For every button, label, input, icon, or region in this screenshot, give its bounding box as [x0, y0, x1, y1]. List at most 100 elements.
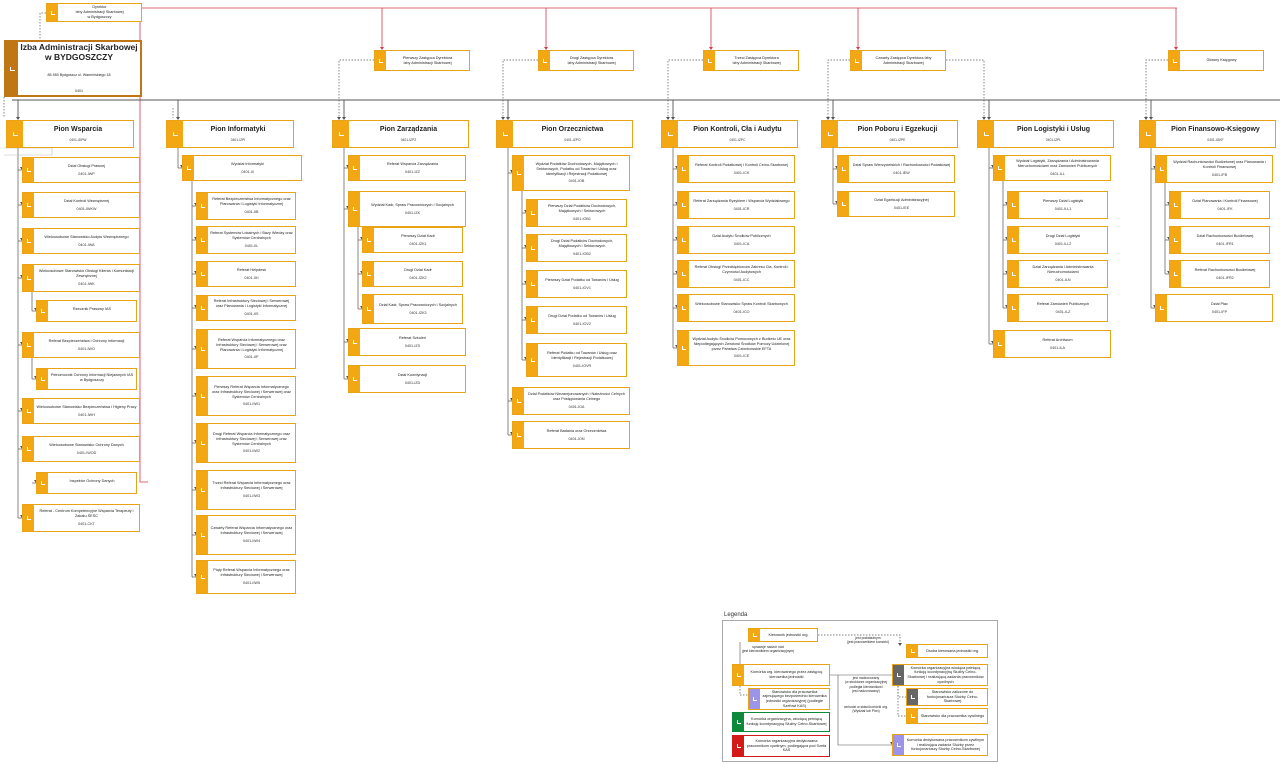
unit-3-4[interactable]: Drugi Dział Kadr 0401-IZK2: [362, 261, 463, 287]
unit-name: Pion Finansowo-Księgowy: [1171, 126, 1260, 134]
unit-7-1[interactable]: Wydział Logistyki, Zarządzania i Adminis…: [993, 155, 1111, 181]
unit-7-6[interactable]: Referat Archiwum 0401-ILA: [993, 330, 1111, 358]
unit-3-2[interactable]: Wydział Kadr, Spraw Pracowniczych i Socj…: [348, 191, 466, 227]
deputy-box-3[interactable]: Trzeci Zastępca Dyrektora Izby Administr…: [703, 50, 799, 71]
unit-code: 0401-IWH: [78, 412, 95, 417]
unit-4-3[interactable]: Drugi Dział Podatków Dochodowych, Majątk…: [526, 234, 627, 262]
unit-4-1[interactable]: Wydział Podatków Dochodowych, Majątkowyc…: [512, 155, 630, 191]
unit-icon: [349, 192, 360, 226]
deputy-box-2[interactable]: Drugi Zastępca Dyrektora Izby Administra…: [538, 50, 634, 71]
unit-name: Drugi Dział Logistyki: [1045, 233, 1081, 238]
unit-7-5[interactable]: Referat Zamówień Publicznych 0401-ILZ: [1007, 294, 1108, 322]
unit-code: 0401-IFR1: [1216, 241, 1234, 246]
unit-8-5[interactable]: Dział Płac 0401-IFP: [1155, 294, 1273, 322]
unit-code: 0401-IZPZ: [400, 137, 417, 142]
unit-2-8[interactable]: Drugi Referat Wsparcia Informatycznego o…: [196, 423, 296, 463]
unit-name: Czwarty Referat Wsparcia Informatycznego…: [210, 526, 293, 536]
unit-2-6[interactable]: Referat Wsparcia Informatycznego oraz In…: [196, 329, 296, 369]
unit-icon: [1156, 295, 1167, 321]
deputy-box-1[interactable]: Pierwszy Zastępca Dyrektora Izby Adminis…: [374, 50, 470, 71]
unit-4-2[interactable]: Pierwszy Dział Podatków Dochodowych, Maj…: [526, 199, 627, 227]
pion-4[interactable]: Pion Orzecznictwa 0401-IZPO: [496, 120, 633, 148]
pion-1[interactable]: Pion Wsparcia 0401-IDPW: [6, 120, 134, 148]
unit-5-1[interactable]: Referat Kontroli Podatkowej i Kontroli C…: [677, 155, 795, 183]
unit-icon: [678, 331, 689, 365]
unit-1-5[interactable]: Rzecznik Prasowy IAS: [36, 300, 137, 322]
unit-icon: [197, 561, 208, 593]
pion-7[interactable]: Pion Logistyki i Usług 0401-IZPL: [977, 120, 1114, 148]
unit-3-7[interactable]: Dział Koordynacji 0401-IZD: [348, 365, 466, 393]
unit-8-4[interactable]: Referat Rachunkowości Budżetowej 0401-IFR…: [1169, 260, 1270, 288]
unit-code: 0401-IOB1: [573, 216, 591, 221]
unit-6-1[interactable]: Dział Spraw Wierzycielskich i Rachunkowo…: [837, 155, 955, 183]
unit-name: Pion Orzecznictwa: [541, 126, 604, 134]
unit-6-2[interactable]: Dział Egzekucji Administracyjnej 0401-IEE: [837, 191, 955, 217]
unit-4-5[interactable]: Drugi Dział Podatku od Towarów i Usług 04…: [526, 306, 627, 334]
unit-4-8[interactable]: Referat Badania oraz Orzecznictwa 0401-IO…: [512, 421, 630, 449]
unit-1-2[interactable]: Dział Kontroli Wewnętrznej 0401-IWKW: [22, 192, 140, 218]
unit-1-11[interactable]: Referat - Centrum Kompetencyjne Wsparcia…: [22, 504, 140, 532]
unit-1-8[interactable]: Wieloosobowe Stanowisko Bezpieczeństwa i…: [22, 398, 140, 424]
deputy-box-4[interactable]: Czwarty Zastępca Dyrektora Izby Administ…: [850, 50, 946, 71]
izba-box[interactable]: Izba Administracji Skarbowej w BYDGOSZCZ…: [4, 40, 142, 97]
unit-5-5[interactable]: Wieloosobowe Stanowisko Spraw Kontroli S…: [677, 294, 795, 322]
unit-icon: [1170, 227, 1181, 253]
unit-2-9[interactable]: Trzeci Referat Wsparcia Informatycznego …: [196, 470, 296, 510]
unit-1-10[interactable]: Inspektor Ochrony Danych: [36, 472, 137, 494]
pion-8[interactable]: Pion Finansowo-Księgowy 0401-IGKF: [1139, 120, 1276, 148]
unit-code: 0401-IZK: [404, 210, 421, 215]
unit-3-6[interactable]: Referat Szkoleń 0401-IZS: [348, 328, 466, 356]
unit-icon: [183, 156, 194, 180]
unit-4-4[interactable]: Pierwszy Dział Podatku od Towarów i Usłu…: [526, 270, 627, 298]
unit-code: 0401-IOV1: [573, 285, 591, 290]
box-text: Trzeci Zastępca Dyrektora Izby Administr…: [715, 51, 798, 70]
unit-3-5[interactable]: Dział Kadr, Spraw Pracowniczych i Socjal…: [362, 294, 463, 324]
box-text: Dział Egzekucji Administracyjnej 0401-IEE: [849, 192, 954, 216]
unit-1-3[interactable]: Wieloosobowe Stanowisko Audytu Wewnętrzn…: [22, 228, 140, 254]
unit-name: Referat Badania oraz Orzecznictwa: [546, 428, 607, 433]
box-text: Piąty Referat Wsparcia Informatycznego o…: [208, 561, 295, 593]
unit-icon: [23, 437, 34, 461]
pion-3[interactable]: Pion Zarządzania 0401-IZPZ: [332, 120, 469, 148]
unit-8-2[interactable]: Dział Planowania i Kontroli Finansowej 04…: [1169, 191, 1270, 219]
unit-name: Dział Kontroli Wewnętrznej: [63, 198, 110, 203]
unit-5-6[interactable]: Wydział Audytu Środków Pomocowych z Budż…: [677, 330, 795, 366]
unit-icon: [349, 366, 360, 392]
unit-1-6[interactable]: Referat Bezpieczeństwa i Ochrony Informa…: [22, 332, 140, 358]
unit-1-1[interactable]: Dział Obsługi Prawnej 0401-IWP: [22, 157, 140, 183]
unit-8-3[interactable]: Dział Rachunkowości Budżetowej 0401-IFR1: [1169, 226, 1270, 254]
pion-6[interactable]: Pion Poboru i Egzekucji 0401-IZPE: [821, 120, 958, 148]
director-box[interactable]: Dyrektor Izby Administracji Skarbowej w …: [46, 3, 142, 22]
unit-3-1[interactable]: Referat Wsparcia Zarządzania 0401-IZZ: [348, 155, 466, 181]
unit-1-9[interactable]: Wieloosobowe Stanowisko Ochrony Danych 04…: [22, 436, 140, 462]
connector: [827, 59, 850, 118]
unit-4-7[interactable]: Dział Podatków Niezarejonowanych i Należ…: [512, 387, 630, 415]
unit-icon: [23, 158, 34, 182]
unit-2-1[interactable]: Wydział Informatyki 0401-IIl: [182, 155, 302, 181]
unit-7-3[interactable]: Drugi Dział Logistyki 0401-ILL2: [1007, 226, 1108, 254]
pion-2[interactable]: Pion Informatyki 0401-IZPI: [166, 120, 294, 148]
unit-2-10[interactable]: Czwarty Referat Wsparcia Informatycznego…: [196, 515, 296, 555]
unit-name: Pierwszy Dział Logistyki: [1042, 198, 1084, 203]
unit-2-11[interactable]: Piąty Referat Wsparcia Informatycznego o…: [196, 560, 296, 594]
box-text: Dział Płac 0401-IFP: [1167, 295, 1272, 321]
unit-7-4[interactable]: Dział Zarządzania i Administrowania Nier…: [1007, 260, 1108, 288]
unit-code: 0401-IZD: [404, 380, 421, 385]
unit-2-3[interactable]: Referat Systemów Lokalnych i Bazy Wiedzy…: [196, 226, 296, 254]
pion-5[interactable]: Pion Kontroli, Cła i Audytu 0401-IZPC: [661, 120, 798, 148]
unit-icon: [678, 261, 689, 287]
deputy-box-5[interactable]: Główny Księgowy: [1168, 50, 1264, 71]
unit-3-3[interactable]: Pierwszy Dział Kadr 0401-IZK1: [362, 227, 463, 253]
unit-1-7[interactable]: Pełnomocnik Ochrony Informacji Niejawnyc…: [36, 368, 137, 390]
unit-2-4[interactable]: Referat Helpdesk 0401-IIH: [196, 261, 296, 287]
unit-1-4[interactable]: Wieloosobowe Stanowisko Obsługi Klienta …: [22, 264, 140, 292]
unit-5-4[interactable]: Referat Obsługi Przedsiębiorców Zakresu …: [677, 260, 795, 288]
unit-2-5[interactable]: Referat Infrastruktury Sieciowej i Serwe…: [196, 295, 296, 321]
unit-2-2[interactable]: Referat Bezpieczeństwa Informatycznego o…: [196, 192, 296, 220]
unit-5-2[interactable]: Referat Zarządzania Ryzykiem i Wsparcia …: [677, 191, 795, 219]
unit-8-1[interactable]: Wydział Rachunkowości Budżetowej oraz Pl…: [1155, 155, 1273, 183]
unit-2-7[interactable]: Pierwszy Referat Wsparcia Informatyczneg…: [196, 376, 296, 416]
unit-5-3[interactable]: Dział Audytu Środków Publicznych 0401-ICA: [677, 226, 795, 254]
unit-4-6[interactable]: Referat Podatku od Towarów i Usług oraz …: [526, 343, 627, 377]
unit-7-2[interactable]: Pierwszy Dział Logistyki 0401-ILL1: [1007, 191, 1108, 219]
